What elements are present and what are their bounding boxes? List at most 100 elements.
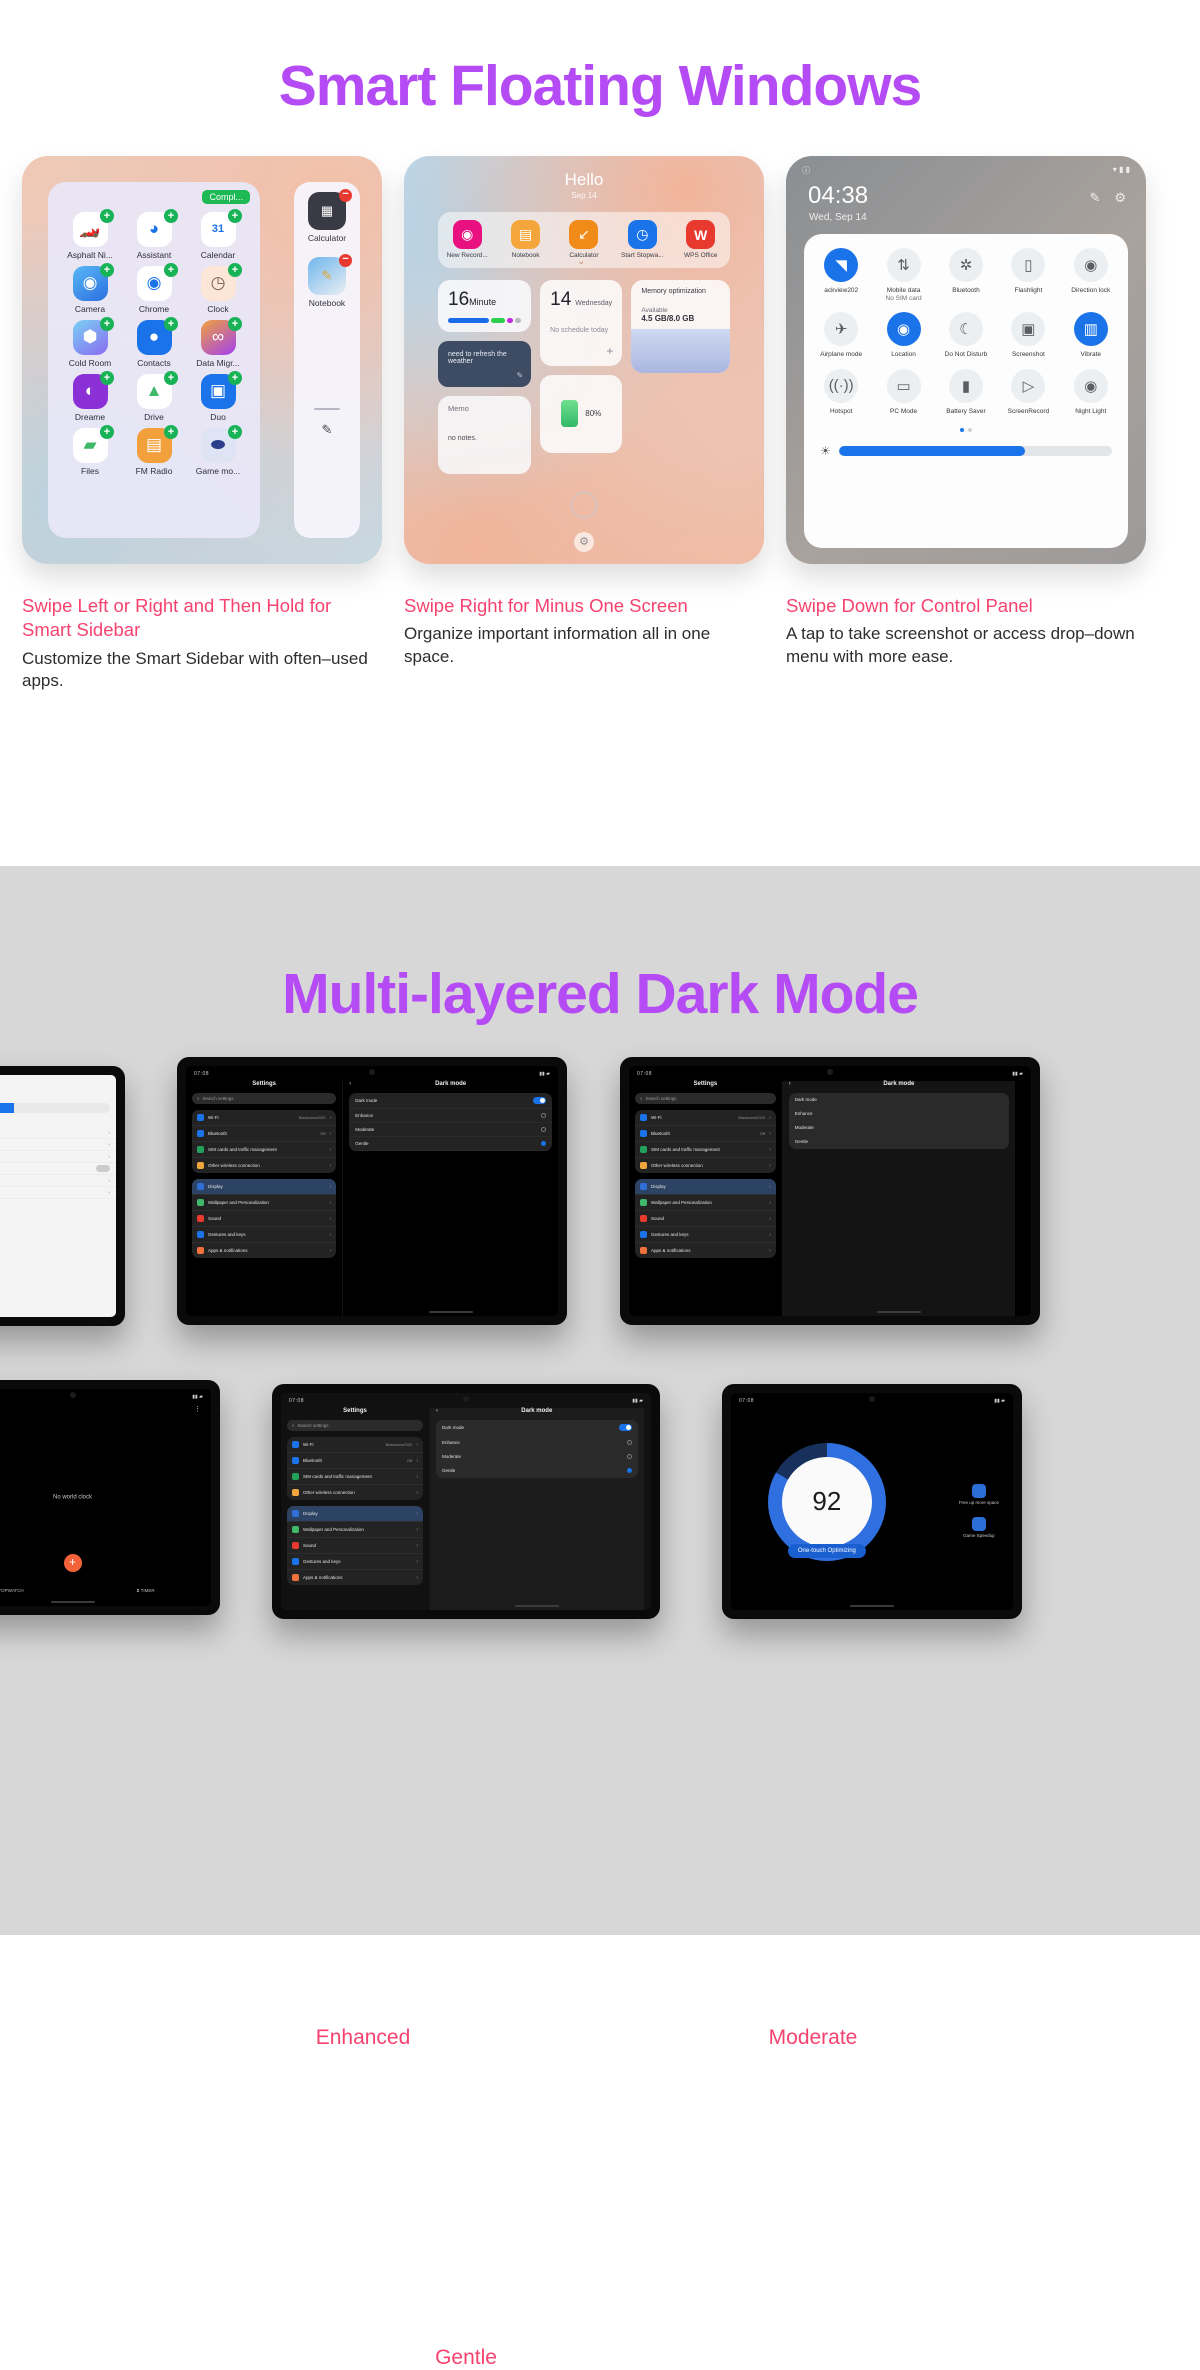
toggle-hotspot[interactable]: ((·)) Hotspot (810, 368, 872, 416)
toggle-switch[interactable] (532, 1097, 546, 1104)
search-input[interactable]: ⌕ Search settings (635, 1093, 776, 1104)
toggle-vibrate[interactable]: ▥ Vibrate (1060, 311, 1122, 359)
tab-stopwatch[interactable]: ◷ STOPWATCH (0, 1588, 24, 1594)
settings-row-sim[interactable]: SIM cards and traffic management › (287, 1469, 423, 1485)
quick-app[interactable]: ▤ Notebook (498, 220, 554, 259)
one-touch-optimize-button[interactable]: One-touch Optimizing (787, 1544, 866, 1558)
toggle-switch[interactable] (96, 1165, 110, 1172)
radio-button-selected[interactable] (540, 1141, 546, 1146)
toggle-switch[interactable] (618, 1424, 632, 1431)
display-row[interactable]: › (0, 1187, 116, 1199)
dark-mode-toggle-row[interactable]: Dark mode (436, 1420, 638, 1436)
settings-row-gestures[interactable]: Gestures and keys › (635, 1227, 776, 1243)
toggle-do-not-disturb[interactable]: ☾ Do Not Disturb (935, 311, 997, 359)
dark-mode-option-gentle[interactable]: Gentle (349, 1137, 552, 1151)
sidebar-app[interactable]: ⬬ + Game mo... (186, 424, 250, 476)
complete-chip[interactable]: Compl... (202, 189, 250, 204)
edit-icon[interactable]: ✎ (298, 422, 356, 438)
settings-row-sound[interactable]: Sound › (192, 1211, 337, 1227)
pinned-app-notebook[interactable]: ✎ Notebook − (298, 253, 356, 308)
dark-mode-option-gentle[interactable]: Gentle (436, 1464, 638, 1478)
settings-row-wifi[interactable]: Wi-Fi Blackview2020 › (635, 1110, 776, 1126)
add-clock-button[interactable]: + (63, 1554, 82, 1572)
add-badge[interactable]: + (228, 424, 242, 439)
settings-row-apps[interactable]: Apps & notifications › (287, 1570, 423, 1585)
add-badge[interactable]: + (100, 316, 114, 331)
display-row[interactable]: After 1 minute of inactivity› (0, 1175, 116, 1187)
display-row[interactable]: Default› (0, 1151, 116, 1163)
radio-button[interactable] (626, 1454, 632, 1459)
settings-row-gestures[interactable]: Gestures and keys › (287, 1554, 423, 1570)
display-row[interactable]: Default› (0, 1139, 116, 1151)
sidebar-app[interactable]: ◉ + Camera (58, 262, 122, 314)
sidebar-app[interactable]: ◷ + Clock (186, 262, 250, 314)
remove-badge[interactable]: − (339, 253, 352, 267)
toggle-battery-saver[interactable]: ▮ Battery Saver (935, 368, 997, 416)
display-row[interactable] (0, 1163, 116, 1175)
add-badge[interactable]: + (164, 262, 178, 277)
brightness-slider[interactable]: ☀ (810, 444, 1122, 458)
drag-handle[interactable] (314, 407, 340, 410)
back-chevron-icon[interactable]: ‹ (349, 1081, 351, 1087)
settings-row-wifi[interactable]: Wi-Fi Blackview2020 › (287, 1437, 423, 1453)
gear-icon[interactable]: ⚙ (574, 531, 594, 552)
dark-mode-option-moderate[interactable]: Moderate (349, 1123, 552, 1137)
smart-sidebar-panel[interactable]: Compl... 🏎️ + Asphalt Ni... ◕ + Assistant … (48, 181, 260, 538)
add-badge[interactable]: + (228, 316, 242, 331)
add-badge[interactable]: + (100, 370, 114, 385)
quick-app[interactable]: ◉ New Record... (439, 220, 495, 259)
toggle-night-light[interactable]: ◉ Night Light (1060, 368, 1122, 416)
sidebar-app[interactable]: ◐ + Dreame (58, 370, 122, 422)
sidebar-app[interactable]: 31 + Calendar (186, 208, 250, 260)
remove-badge[interactable]: − (339, 188, 352, 202)
sidebar-app[interactable]: ▰ + Files (58, 424, 122, 476)
home-circle[interactable] (571, 491, 597, 518)
add-badge[interactable]: + (164, 370, 178, 385)
settings-row-apps[interactable]: Apps & notifications › (192, 1243, 336, 1258)
calendar-widget[interactable]: 14 Wednesday No schedule today + (540, 279, 623, 366)
radio-button[interactable] (540, 1127, 546, 1132)
settings-row-display[interactable]: Display › (287, 1506, 423, 1522)
settings-row-other-wireless[interactable]: Other wireless connection › (635, 1158, 776, 1173)
page-dot[interactable] (968, 428, 972, 433)
toggle-location[interactable]: ◉ Location (872, 311, 934, 359)
edit-icon[interactable]: ✎ (516, 371, 523, 380)
settings-row-sound[interactable]: Sound › (287, 1538, 423, 1554)
sidebar-app[interactable]: ▲ + Drive (122, 370, 186, 422)
usage-widget[interactable]: 16Minute (438, 279, 532, 332)
add-badge[interactable]: + (228, 262, 242, 277)
dark-mode-option-moderate[interactable]: Moderate (436, 1450, 638, 1464)
gear-icon[interactable]: ⚙ (1114, 190, 1126, 206)
memory-widget[interactable]: Memory optimization Available 4.5 GB/8.0… (631, 279, 730, 373)
toggle-wifi[interactable]: ◥ ackview202 (810, 247, 872, 302)
display-row[interactable]: › (0, 1127, 116, 1139)
toggle-flashlight[interactable]: ▯ Flashlight (997, 247, 1059, 302)
settings-row-bluetooth[interactable]: Bluetooth Off › (635, 1126, 776, 1142)
toggle-screenshot[interactable]: ▣ Screenshot (997, 311, 1059, 359)
add-badge[interactable]: + (164, 208, 178, 223)
chevron-down-icon[interactable]: ⌄ (577, 256, 585, 267)
search-input[interactable]: ⌕ Search settings (287, 1420, 423, 1431)
settings-row-display[interactable]: Display › (192, 1179, 337, 1195)
add-event-icon[interactable]: + (606, 344, 613, 358)
radio-button-selected[interactable] (626, 1468, 632, 1473)
add-badge[interactable]: + (164, 316, 178, 331)
page-dot-active[interactable] (960, 428, 964, 433)
quick-app[interactable]: ◷ Start Stopwa... (614, 220, 670, 259)
sidebar-app[interactable]: ◕ + Assistant (122, 208, 186, 260)
sidebar-app[interactable]: ● + Contacts (122, 316, 186, 368)
sidebar-app[interactable]: 🏎️ + Asphalt Ni... (58, 208, 122, 260)
dark-mode-option-gentle[interactable]: Gentle (788, 1135, 1009, 1149)
add-badge[interactable]: + (228, 208, 242, 223)
tab-timer[interactable]: ⧗ TIMER (136, 1588, 154, 1594)
sidebar-app[interactable]: ⬢ + Cold Room (58, 316, 122, 368)
slider-track[interactable] (838, 446, 1112, 457)
toggle-mobile-data[interactable]: ⇅ Mobile data No SIM card (872, 247, 934, 302)
dark-mode-toggle-row[interactable]: Dark mode (349, 1093, 552, 1109)
settings-row-sim[interactable]: SIM cards and traffic management › (635, 1142, 776, 1158)
search-input[interactable]: ⌕ Search settings (192, 1093, 337, 1104)
brightness-slider[interactable] (0, 1103, 110, 1113)
dark-mode-option-enhance[interactable]: Enhance (788, 1107, 1009, 1121)
edit-icon[interactable]: ✎ (1089, 190, 1100, 206)
settings-row-bluetooth[interactable]: Bluetooth Off › (192, 1126, 337, 1142)
